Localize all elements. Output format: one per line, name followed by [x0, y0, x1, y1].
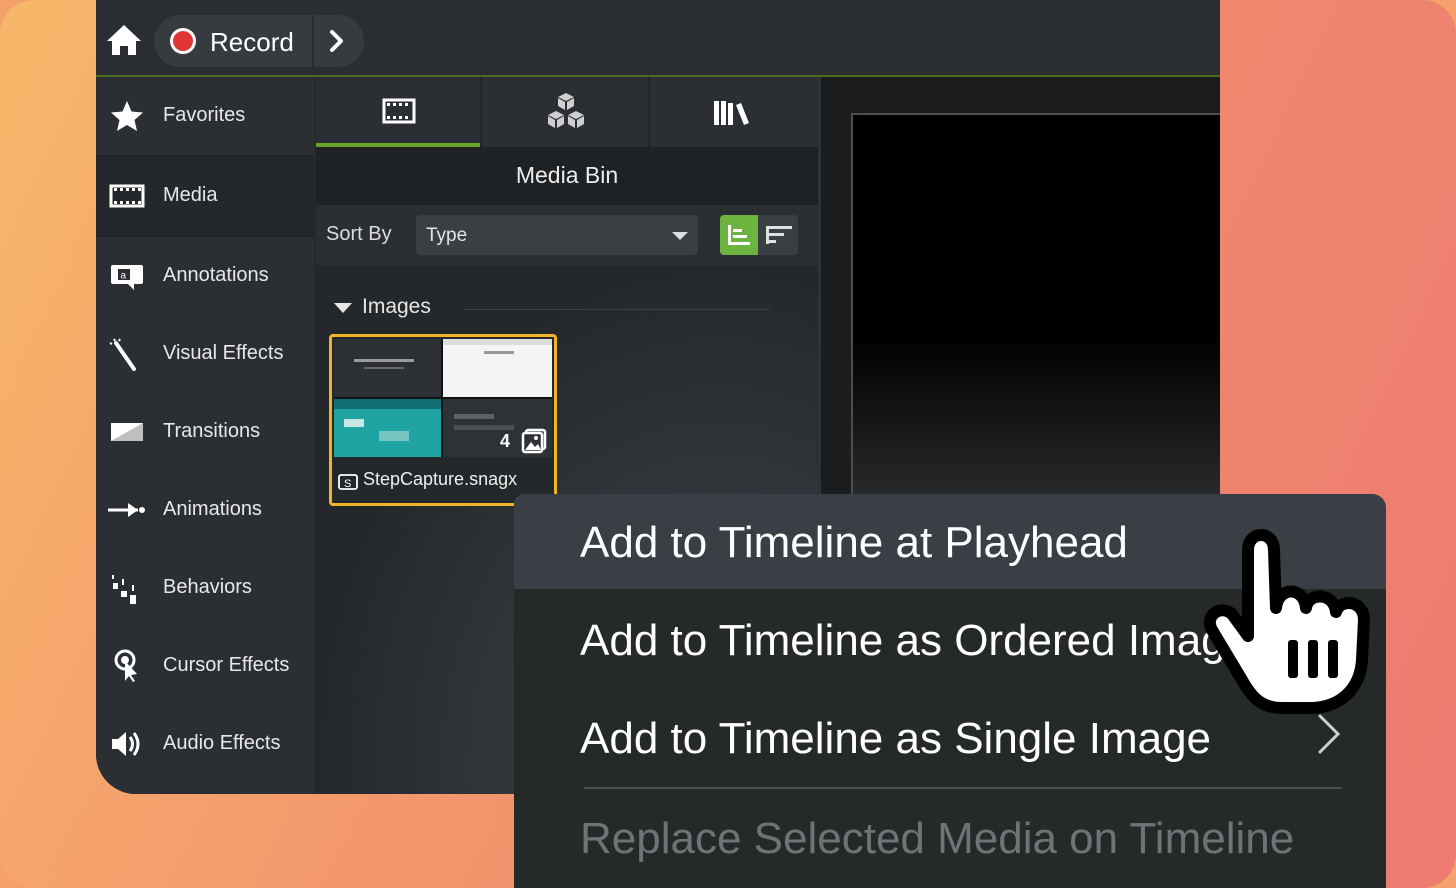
divider	[584, 787, 1342, 789]
record-control: Record	[154, 15, 364, 67]
svg-text:S: S	[344, 478, 351, 490]
film-strip-icon	[382, 98, 416, 124]
sidebar-item-visual-effects[interactable]: Visual Effects	[96, 315, 314, 393]
sidebar-item-transitions[interactable]: Transitions	[96, 393, 314, 471]
cubes-library-icon	[548, 93, 584, 128]
sidebar-item-label: Visual Effects	[163, 342, 284, 364]
snagit-file-icon: S	[338, 474, 358, 490]
animation-arrow-icon	[108, 503, 145, 517]
menu-item-label: Add to Timeline as Single Image	[580, 714, 1212, 763]
sidebar-item-audio-effects[interactable]: Audio Effects	[96, 705, 314, 783]
tab-stock-library[interactable]	[650, 77, 814, 147]
sort-value: Type	[426, 225, 468, 246]
sidebar-item-cursor-effects[interactable]: Cursor Effects	[96, 627, 314, 705]
transition-icon	[111, 423, 143, 441]
image-count: 4	[500, 431, 511, 451]
view-toggle	[720, 215, 798, 255]
top-toolbar: Record	[96, 0, 1220, 77]
sidebar-item-label: Behaviors	[163, 576, 252, 598]
sidebar-item-label: Transitions	[163, 420, 261, 442]
sidebar-item-favorites[interactable]: Favorites	[96, 77, 314, 155]
sort-bar: Sort By Type	[316, 205, 818, 265]
sort-descending-icon	[766, 226, 792, 244]
menu-item-label: Add to Timeline as Ordered Images	[580, 616, 1273, 665]
sidebar-item-label: Annotations	[163, 264, 269, 286]
sidebar-item-label: Audio Effects	[163, 732, 281, 754]
sort-dropdown[interactable]: Type	[416, 215, 698, 255]
speaker-icon	[112, 732, 140, 756]
annotation-icon: a	[111, 265, 143, 290]
record-options-button[interactable]	[316, 15, 360, 67]
hand-cursor-icon	[1204, 529, 1370, 714]
star-icon	[111, 101, 143, 131]
sidebar-item-label: Cursor Effects	[163, 654, 290, 676]
media-item-name: StepCapture.snagx	[363, 469, 518, 489]
group-label: Images	[362, 295, 431, 318]
sort-descending-button[interactable]	[760, 215, 798, 255]
sort-label: Sort By	[326, 223, 392, 245]
sidebar-item-behaviors[interactable]: Behaviors	[96, 549, 314, 627]
sidebar-item-annotations[interactable]: a Annotations	[96, 237, 314, 315]
magic-wand-icon	[109, 338, 136, 371]
media-item-stepcapture[interactable]: 4 S StepCapture.snagx	[329, 334, 557, 506]
record-dot-icon	[170, 28, 196, 54]
divider	[464, 309, 770, 310]
image-stack-icon	[521, 428, 547, 454]
sidebar-item-label: Media	[163, 184, 218, 206]
record-label: Record	[210, 27, 294, 57]
caret-down-icon	[672, 232, 688, 240]
sidebar-item-label: Favorites	[163, 104, 246, 126]
sidebar-item-media[interactable]: Media	[96, 157, 314, 235]
sort-ascending-icon	[728, 225, 750, 245]
film-strip-icon	[109, 184, 145, 208]
video-canvas[interactable]	[851, 113, 1220, 515]
tools-sidebar: Favorites Media a Annotations Visual Eff…	[96, 77, 314, 794]
sidebar-item-animations[interactable]: Animations	[96, 471, 314, 549]
behaviors-icon	[112, 575, 136, 604]
cursor-effect-icon	[114, 649, 137, 682]
menu-item-replace-selected-media[interactable]: Replace Selected Media on Timeline	[514, 790, 1386, 885]
panel-tabs	[316, 77, 818, 147]
chevron-right-icon	[330, 30, 343, 52]
divider	[312, 15, 314, 67]
home-icon	[107, 25, 141, 55]
caret-down-icon	[334, 303, 352, 313]
tab-media-bin[interactable]	[316, 77, 480, 147]
panel-title: Media Bin	[316, 147, 818, 205]
menu-item-label: Replace Selected Media on Timeline	[580, 814, 1295, 863]
svg-text:a: a	[121, 271, 127, 282]
menu-item-label: Add to Timeline at Playhead	[580, 518, 1128, 567]
tab-library[interactable]	[482, 77, 646, 147]
sidebar-item-label: Animations	[163, 498, 262, 520]
record-button[interactable]: Record	[154, 15, 312, 67]
books-library-icon	[714, 101, 749, 125]
home-button[interactable]	[104, 20, 144, 60]
sort-ascending-button[interactable]	[720, 215, 758, 255]
